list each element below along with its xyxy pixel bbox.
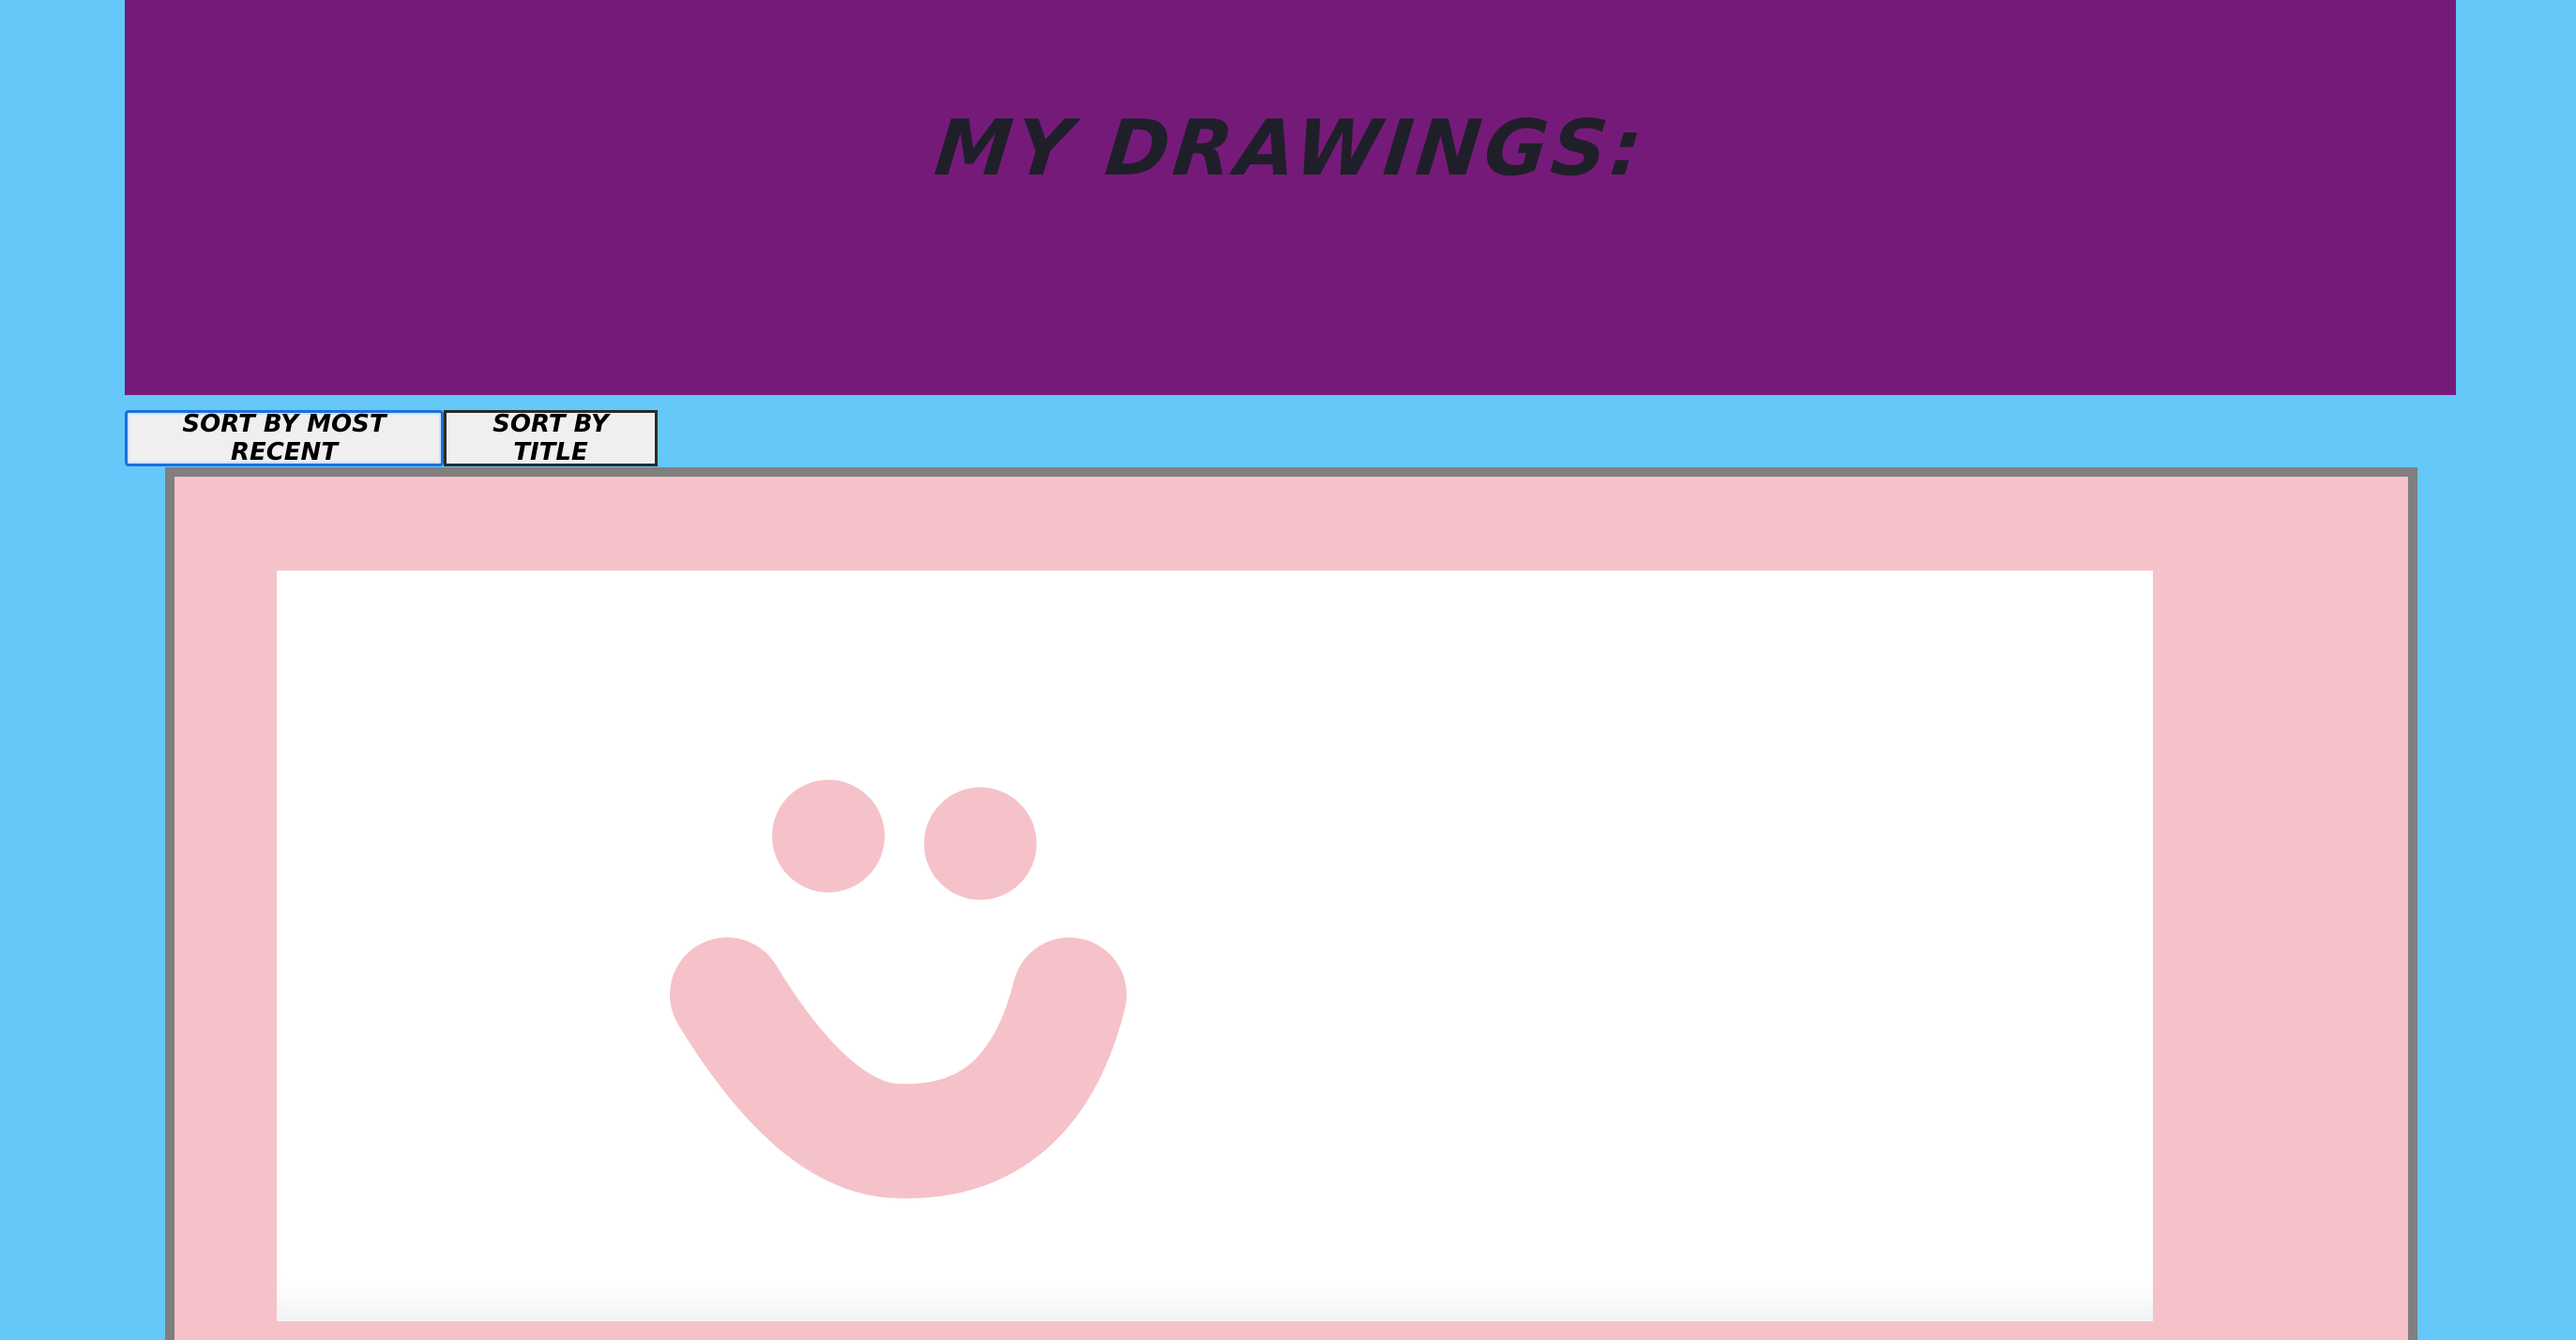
left-eye xyxy=(772,780,885,892)
page: My Drawings: Sort By Most Recent Sort By… xyxy=(0,0,2576,1340)
sort-most-recent-button[interactable]: Sort By Most Recent xyxy=(125,410,444,466)
page-header: My Drawings: xyxy=(125,0,2456,395)
smile-mouth xyxy=(670,937,1127,1199)
smiley-face-drawing xyxy=(670,780,1127,1199)
page-title: My Drawings: xyxy=(931,104,1650,193)
drawing-card[interactable] xyxy=(165,467,2417,1340)
sort-title-button[interactable]: Sort By Title xyxy=(444,410,658,466)
drawing-canvas[interactable] xyxy=(277,571,2153,1321)
right-eye xyxy=(924,787,1037,900)
sort-toolbar: Sort By Most Recent Sort By Title xyxy=(125,410,658,466)
